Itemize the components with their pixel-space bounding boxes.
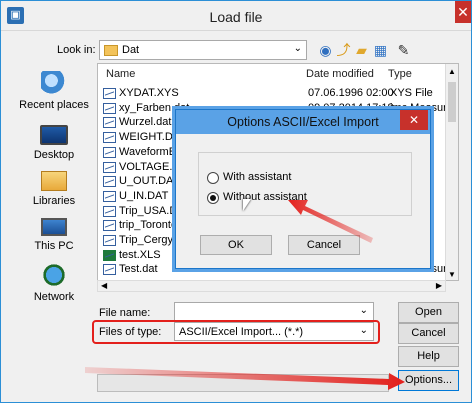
place-desktop[interactable]: Desktop	[15, 125, 93, 161]
chevron-down-icon: ⌄	[293, 43, 302, 54]
place-label: Recent places	[19, 99, 89, 111]
title-bar: ▣ Load file ✕	[1, 1, 471, 31]
data-file-icon	[103, 205, 116, 217]
help-button[interactable]: Help	[398, 346, 459, 367]
file-name-cell: trip_Toronto.	[119, 219, 181, 232]
file-name-cell: U_OUT.DAT	[119, 175, 180, 188]
open-button[interactable]: Open	[398, 302, 459, 323]
data-file-icon	[103, 190, 116, 202]
data-file-icon	[103, 132, 116, 144]
files-of-type-highlight	[92, 320, 380, 344]
options-dialog: Options ASCII/Excel Import ✕ With assist…	[175, 109, 431, 269]
column-date-modified[interactable]: Date modified	[306, 64, 374, 84]
radio-with-assistant[interactable]	[207, 172, 219, 184]
data-file-icon	[103, 102, 116, 114]
status-bar	[97, 374, 389, 392]
scroll-right-icon[interactable]: ▶	[436, 281, 442, 290]
without-assistant-label[interactable]: Without assistant	[223, 191, 307, 203]
dialog-body: With assistant Without assistant OK Canc…	[176, 134, 430, 268]
file-name-cell: U_IN.DAT	[119, 189, 169, 202]
column-type[interactable]: Type	[388, 64, 412, 84]
back-icon[interactable]: ◉	[317, 41, 334, 59]
desktop-icon	[40, 125, 68, 145]
dialog-title: Options ASCII/Excel Import	[176, 110, 430, 134]
dialog-cancel-button[interactable]: Cancel	[288, 235, 360, 255]
place-libraries[interactable]: Libraries	[15, 171, 93, 207]
vertical-scrollbar[interactable]: ▲ ▼	[445, 64, 458, 280]
dialog-ok-button[interactable]: OK	[200, 235, 272, 255]
this-pc-icon	[41, 218, 67, 236]
mouse-cursor-icon	[243, 199, 251, 211]
place-this-pc[interactable]: This PC	[15, 218, 93, 252]
file-name-cell: XYDAT.XYS	[119, 87, 179, 99]
place-label: Libraries	[32, 195, 76, 207]
tools-icon[interactable]: ✎	[395, 41, 412, 59]
options-button[interactable]: Options...	[398, 370, 459, 391]
data-file-icon	[103, 146, 116, 158]
assistant-groupbox: With assistant Without assistant	[198, 152, 412, 216]
scroll-down-icon[interactable]: ▼	[448, 270, 456, 279]
place-network[interactable]: Network	[15, 263, 93, 303]
window-title: Load file	[209, 9, 263, 25]
horizontal-scrollbar[interactable]: ◀ ▶	[97, 280, 446, 292]
up-folder-icon[interactable]: ⤴	[335, 41, 352, 59]
chevron-down-icon: ⌄	[359, 305, 368, 316]
file-row[interactable]: XYDAT.XYS 07.06.1996 02:00 XYS File	[98, 86, 448, 101]
load-file-window: ▣ Load file ✕ Look in: Dat ⌄ ◉ ⤴ ▰ ▦ ✎ R…	[0, 0, 472, 403]
look-in-value: Dat	[122, 44, 140, 56]
look-in-label: Look in:	[57, 44, 96, 56]
scroll-thumb[interactable]	[448, 82, 456, 122]
data-file-icon	[103, 176, 116, 188]
data-file-icon	[103, 220, 116, 232]
close-button[interactable]: ✕	[455, 1, 471, 23]
file-name-input[interactable]: ⌄	[174, 302, 374, 321]
data-file-icon	[103, 88, 116, 99]
cancel-button[interactable]: Cancel	[398, 323, 459, 344]
radio-without-assistant[interactable]	[207, 192, 219, 204]
network-icon	[41, 263, 67, 287]
folder-icon	[104, 45, 118, 56]
excel-file-icon	[103, 249, 116, 261]
place-label: Desktop	[33, 149, 75, 161]
file-name-cell: test.XLS	[119, 248, 161, 261]
data-file-icon	[103, 161, 116, 173]
places-bar: Recent places Desktop Libraries This PC …	[15, 63, 93, 303]
file-name-label: File name:	[99, 307, 151, 319]
libraries-icon	[41, 171, 67, 191]
place-recent[interactable]: Recent places	[15, 71, 93, 111]
file-name-cell: Test.dat	[119, 263, 158, 276]
scroll-left-icon[interactable]: ◀	[101, 281, 107, 290]
data-file-icon	[103, 235, 116, 246]
file-type-cell: XYS File	[390, 87, 433, 99]
place-label: Network	[33, 291, 75, 303]
file-date-cell: 07.06.1996 02:00	[308, 87, 394, 99]
look-in-combo[interactable]: Dat ⌄	[99, 40, 307, 60]
scroll-up-icon[interactable]: ▲	[448, 67, 456, 76]
column-name[interactable]: Name	[106, 64, 135, 84]
with-assistant-label[interactable]: With assistant	[223, 171, 291, 183]
place-label: This PC	[34, 240, 74, 252]
view-menu-icon[interactable]: ▦	[372, 41, 389, 59]
file-name-cell: Wurzel.dat	[119, 116, 172, 129]
data-file-icon	[103, 264, 116, 276]
data-file-icon	[103, 117, 116, 129]
dialog-close-button[interactable]: ✕	[400, 110, 428, 130]
recent-places-icon	[41, 71, 67, 95]
new-folder-icon[interactable]: ▰	[353, 41, 370, 59]
